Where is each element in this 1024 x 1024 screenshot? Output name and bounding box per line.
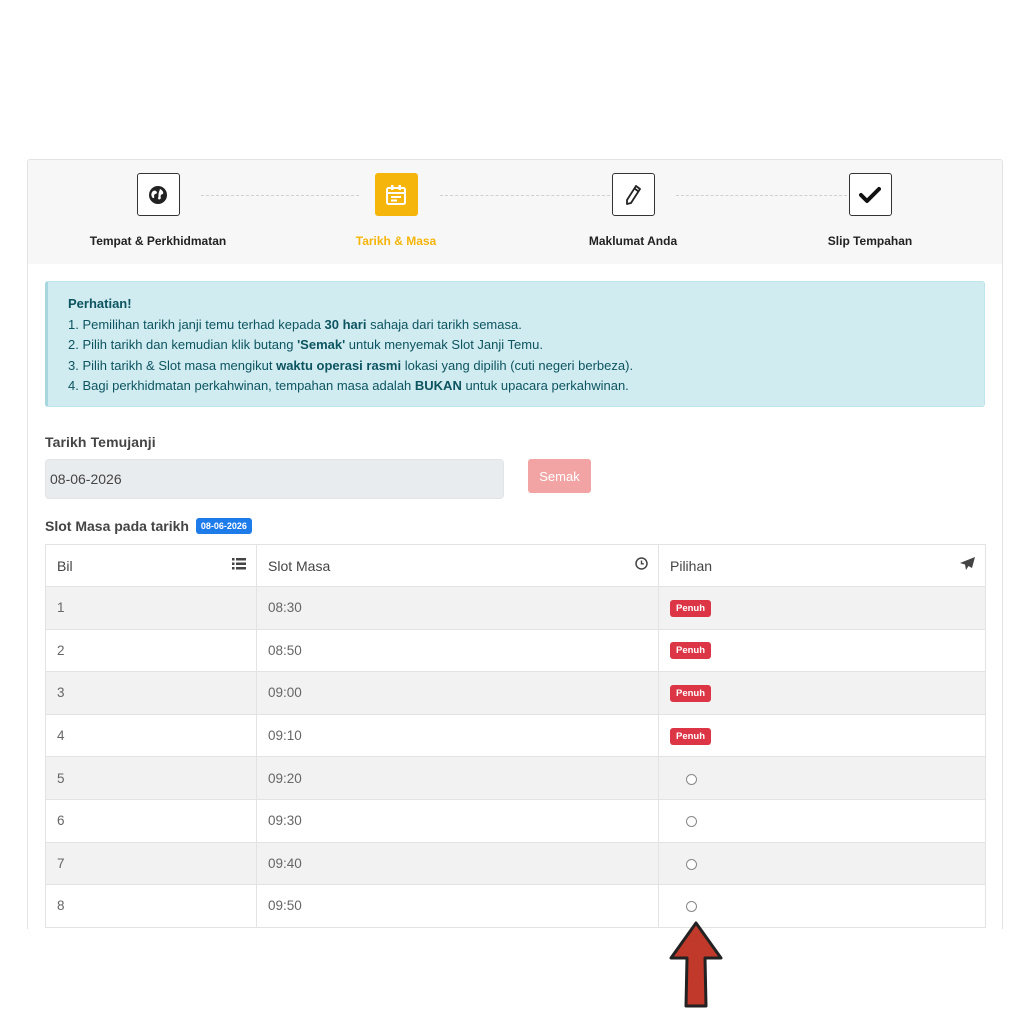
cell-time: 09:40	[256, 841, 659, 886]
clock-icon	[635, 557, 648, 573]
full-badge: Penuh	[670, 642, 712, 660]
step-label: Slip Tempahan	[827, 234, 913, 248]
cell-time: 09:20	[256, 756, 659, 800]
list-icon	[232, 557, 246, 573]
alert-line: 4. Bagi perkhidmatan perkahwinan, tempah…	[68, 378, 629, 394]
slot-radio-button[interactable]	[686, 773, 697, 785]
step-tempat-perkhidmatan[interactable]: Tempat & Perkhidmatan	[40, 173, 276, 248]
alert-title: Perhatian!	[68, 296, 132, 311]
step-tarikh-masa[interactable]: Tarikh & Masa	[278, 173, 514, 248]
progress-stepper: Tempat & Perkhidmatan Tarikh & Masa Makl…	[28, 160, 1002, 264]
cell-pilihan: Penuh	[658, 586, 986, 630]
date-field-label: Tarikh Temujanji	[45, 434, 156, 450]
table-row: 4 09:10 Penuh	[45, 713, 986, 758]
step-label: Maklumat Anda	[588, 234, 678, 248]
cell-bil: 1	[45, 586, 257, 630]
check-icon	[848, 173, 892, 216]
table-row: 2 08:50 Penuh	[45, 628, 986, 673]
cell-time: 09:50	[256, 884, 659, 928]
alert-line: 1. Pemilihan tarikh janji temu terhad ke…	[68, 316, 522, 332]
alert-line: 3. Pilih tarikh & Slot masa mengikut wak…	[68, 357, 634, 373]
cell-time: 09:10	[256, 713, 659, 758]
slot-radio-button[interactable]	[686, 858, 697, 870]
cell-time: 09:00	[256, 671, 659, 715]
cell-bil: 5	[45, 756, 257, 800]
table-row: 6 09:30	[45, 798, 986, 843]
header-bil[interactable]: Bil	[45, 544, 257, 587]
cell-bil: 8	[45, 884, 257, 928]
cell-pilihan	[658, 841, 986, 886]
header-slot-masa[interactable]: Slot Masa	[256, 544, 659, 587]
globe-icon	[136, 173, 180, 216]
full-badge: Penuh	[670, 727, 712, 745]
cell-pilihan: Penuh	[658, 671, 986, 715]
cell-pilihan: Penuh	[658, 628, 986, 673]
table-row: 5 09:20	[45, 756, 986, 800]
slot-section-title: Slot Masa pada tarikh 08-06-2026	[45, 518, 252, 534]
cell-time: 09:30	[256, 798, 659, 843]
table-header-row: Bil Slot Masa Pilihan	[45, 544, 986, 587]
date-input[interactable]	[45, 459, 504, 499]
full-badge: Penuh	[670, 599, 712, 617]
cell-bil: 6	[45, 798, 257, 843]
calendar-icon	[374, 173, 418, 216]
cell-bil: 7	[45, 841, 257, 886]
cell-bil: 4	[45, 713, 257, 758]
table-row: 3 09:00 Penuh	[45, 671, 986, 715]
table-row: 1 08:30 Penuh	[45, 586, 986, 630]
date-badge: 08-06-2026	[195, 518, 252, 534]
header-pilihan[interactable]: Pilihan	[658, 544, 986, 587]
table-row: 8 09:50	[45, 884, 986, 928]
cell-pilihan	[658, 798, 986, 843]
cell-time: 08:30	[256, 586, 659, 630]
paper-plane-icon	[960, 557, 975, 573]
up-arrow-icon	[668, 920, 724, 1015]
slot-table: Bil Slot Masa Pilihan 1 08:30 Penuh 2 08…	[45, 544, 986, 928]
cell-pilihan	[658, 756, 986, 800]
semak-button[interactable]: Semak	[528, 459, 591, 493]
step-slip-tempahan[interactable]: Slip Tempahan	[752, 173, 988, 248]
step-maklumat-anda[interactable]: Maklumat Anda	[515, 173, 751, 248]
table-row: 7 09:40	[45, 841, 986, 886]
full-badge: Penuh	[670, 684, 712, 702]
alert-line: 2. Pilih tarikh dan kemudian klik butang…	[68, 337, 543, 353]
step-label: Tempat & Perkhidmatan	[89, 234, 227, 248]
slot-radio-button[interactable]	[686, 901, 697, 913]
step-label: Tarikh & Masa	[355, 234, 437, 248]
notice-alert: Perhatian! 1. Pemilihan tarikh janji tem…	[45, 281, 985, 407]
pencil-icon	[611, 173, 655, 216]
booking-card: Tempat & Perkhidmatan Tarikh & Masa Makl…	[27, 159, 1003, 929]
slot-radio-button[interactable]	[686, 816, 697, 828]
cell-pilihan: Penuh	[658, 713, 986, 758]
cell-bil: 3	[45, 671, 257, 715]
cell-time: 08:50	[256, 628, 659, 673]
cell-bil: 2	[45, 628, 257, 673]
